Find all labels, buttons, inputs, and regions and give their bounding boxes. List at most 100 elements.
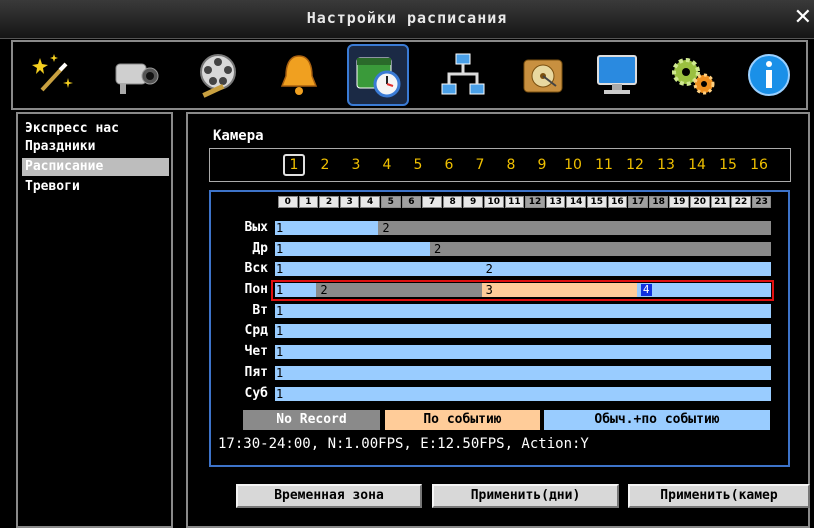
legend-normal-and-event: Обыч.+по событию xyxy=(544,410,770,430)
legend-label: По событию xyxy=(423,412,502,427)
film-reel-icon[interactable] xyxy=(189,46,249,104)
schedule-segment[interactable] xyxy=(275,324,771,338)
camera-number-2[interactable]: 2 xyxy=(314,154,336,176)
camera-number-16[interactable]: 16 xyxy=(748,154,770,176)
camera-number-15[interactable]: 15 xyxy=(717,154,739,176)
day-schedule-bar[interactable] xyxy=(275,304,771,318)
camera-number-8[interactable]: 8 xyxy=(500,154,522,176)
schedule-segment[interactable] xyxy=(275,242,430,256)
day-label: Пон xyxy=(244,282,268,297)
menu-item-alarms[interactable]: Тревоги xyxy=(22,178,169,196)
schedule-segment[interactable] xyxy=(275,221,379,235)
segment-label: 1 xyxy=(276,242,284,256)
hour-header-cell: 17 xyxy=(628,196,648,208)
monitor-icon[interactable] xyxy=(587,46,647,104)
network-icon[interactable] xyxy=(433,46,493,104)
hour-header-cell: 3 xyxy=(339,196,360,208)
day-schedule-bar[interactable] xyxy=(275,262,771,276)
legend-no-record: No Record xyxy=(243,410,380,430)
camera-number-5[interactable]: 5 xyxy=(407,154,429,176)
camera-number-13[interactable]: 13 xyxy=(655,154,677,176)
hour-header-cell: 21 xyxy=(710,196,731,208)
apply-days-button[interactable]: Применить(дни) xyxy=(432,484,619,508)
segment-label: 2 xyxy=(485,262,493,276)
camera-number-11[interactable]: 11 xyxy=(593,154,615,176)
legend-on-event: По событию xyxy=(385,410,540,430)
hour-header-cell: 1 xyxy=(298,196,319,208)
day-label: Вых xyxy=(244,220,268,235)
day-schedule-bar[interactable] xyxy=(275,387,771,401)
schedule-segment[interactable] xyxy=(275,387,771,401)
segment-label: 1 xyxy=(276,387,284,401)
settings-gears-icon[interactable] xyxy=(663,46,723,104)
segment-label: 1 xyxy=(276,304,284,318)
wizard-icon[interactable] xyxy=(23,46,83,104)
day-schedule-bar[interactable] xyxy=(275,345,771,359)
camera-icon[interactable] xyxy=(105,46,165,104)
hour-header-cell: 12 xyxy=(525,196,545,208)
close-icon[interactable]: ✕ xyxy=(794,6,812,30)
schedule-segment[interactable] xyxy=(275,366,771,380)
selected-day-outline xyxy=(271,280,774,301)
menu-item-schedule[interactable]: Расписание xyxy=(22,158,169,176)
hour-header-cell: 18 xyxy=(648,196,669,208)
schedule-segment[interactable] xyxy=(275,304,771,318)
day-schedule-bar[interactable] xyxy=(275,324,771,338)
camera-selector: 1 2 3 4 5 6 7 8 9 10 11 12 13 14 15 16 xyxy=(209,148,791,182)
camera-number-9[interactable]: 9 xyxy=(531,154,553,176)
segment-label: 2 xyxy=(434,242,442,256)
hour-header-cell: 7 xyxy=(422,196,442,208)
camera-number-3[interactable]: 3 xyxy=(345,154,367,176)
timezone-button[interactable]: Временная зона xyxy=(236,484,422,508)
day-label: Вт xyxy=(252,303,268,318)
hour-header-cell: 15 xyxy=(587,196,607,208)
camera-number-4[interactable]: 4 xyxy=(376,154,398,176)
info-icon[interactable] xyxy=(739,46,799,104)
hour-header-cell: 6 xyxy=(401,196,422,208)
camera-number-14[interactable]: 14 xyxy=(686,154,708,176)
hour-header-cell: 2 xyxy=(319,196,339,208)
day-schedule-bar[interactable] xyxy=(275,366,771,380)
menu-item-holidays[interactable]: Праздники xyxy=(22,138,169,156)
hour-header-cell: 5 xyxy=(381,196,401,208)
schedule-icon[interactable] xyxy=(347,44,409,106)
segment-label: 1 xyxy=(276,221,284,235)
apply-cameras-button[interactable]: Применить(камер xyxy=(628,484,810,508)
day-label: Срд xyxy=(244,323,268,338)
schedule-segment[interactable] xyxy=(430,242,771,256)
camera-number-1[interactable]: 1 xyxy=(283,154,305,176)
hdd-icon[interactable] xyxy=(513,46,573,104)
side-menu: Экспресс нас Праздники Расписание Тревог… xyxy=(16,112,173,528)
segment-label: 2 xyxy=(382,221,390,235)
segment-label: 1 xyxy=(276,324,284,338)
hour-header-cell: 0 xyxy=(278,196,298,208)
alarm-bell-icon[interactable] xyxy=(269,46,329,104)
schedule-segment[interactable] xyxy=(275,345,771,359)
menu-item-quick-setup[interactable]: Экспресс нас xyxy=(22,120,169,138)
schedule-segment[interactable] xyxy=(275,262,771,276)
camera-number-6[interactable]: 6 xyxy=(438,154,460,176)
hour-header-cell: 23 xyxy=(751,196,772,208)
segment-label: 1 xyxy=(276,366,284,380)
hour-header-cell: 11 xyxy=(504,196,525,208)
day-label: Вск xyxy=(244,261,268,276)
legend-label: No Record xyxy=(276,412,347,427)
day-label: Суб xyxy=(244,386,268,401)
toolbar xyxy=(11,40,808,110)
legend-label: Обыч.+по событию xyxy=(594,412,720,427)
hour-header-cell: 16 xyxy=(607,196,628,208)
day-schedule-bar[interactable] xyxy=(275,242,771,256)
schedule-segment[interactable] xyxy=(378,221,771,235)
camera-number-12[interactable]: 12 xyxy=(624,154,646,176)
hour-header-cell: 14 xyxy=(566,196,586,208)
segment-label: 1 xyxy=(276,262,284,276)
camera-label: Камера xyxy=(213,128,264,144)
hour-header-cell: 13 xyxy=(545,196,566,208)
hour-header-cell: 22 xyxy=(731,196,751,208)
hour-header-cell: 9 xyxy=(463,196,483,208)
day-label: Чет xyxy=(244,344,268,359)
title-bar: Настройки расписания ✕ xyxy=(0,0,814,39)
camera-number-10[interactable]: 10 xyxy=(562,154,584,176)
day-schedule-bar[interactable] xyxy=(275,221,771,235)
camera-number-7[interactable]: 7 xyxy=(469,154,491,176)
